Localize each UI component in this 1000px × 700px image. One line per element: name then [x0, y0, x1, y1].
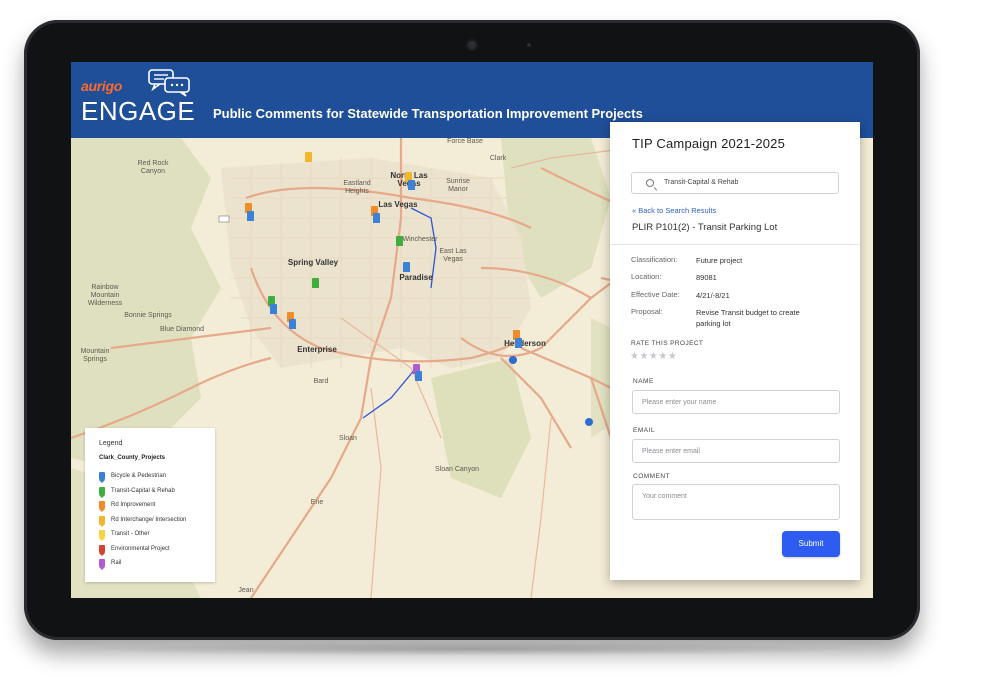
brand-logo: aurigo — [81, 78, 122, 94]
back-to-results-link[interactable]: « Back to Search Results — [632, 206, 716, 215]
name-label: NAME — [633, 378, 654, 385]
chat-bubbles-icon — [148, 69, 190, 97]
star-rating[interactable]: ★★★★★ — [630, 351, 677, 362]
effective-date-label: Effective Date: — [631, 290, 680, 299]
legend-swatch-icon — [99, 515, 105, 527]
project-pin-bicycle[interactable] — [373, 213, 380, 223]
project-pin-transit-capital[interactable] — [396, 236, 403, 246]
map-label-jean: Jean — [238, 587, 254, 594]
project-pin-bicycle[interactable] — [415, 371, 422, 381]
map-label-bard: Bard — [313, 378, 329, 385]
legend-title: Legend — [99, 440, 123, 447]
project-name: PLIR P101(2) - Transit Parking Lot — [632, 222, 778, 233]
map-label-bonnie-springs: Bonnie Springs — [124, 312, 172, 319]
map-label-force-base: Force Base — [447, 138, 483, 145]
map-label-east-las-vegas: East Las Vegas — [439, 248, 467, 263]
classification-value: Future project — [696, 256, 743, 265]
project-pin-transit-other[interactable] — [305, 152, 312, 162]
project-pin-bicycle[interactable] — [515, 338, 522, 348]
map-label-eastland: Eastland Heights — [343, 180, 371, 195]
map-label-mountain-springs: Mountain Springs — [80, 348, 110, 363]
legend-item: Rail — [99, 556, 201, 571]
location-value: 89081 — [696, 273, 717, 282]
legend-item: Rd Improvement — [99, 498, 201, 513]
map-label-rainbow-mountain: Rainbow Mountain Wilderness — [87, 284, 123, 307]
submit-button[interactable]: Submit — [782, 531, 840, 557]
map-label-erie: Erie — [310, 499, 324, 506]
email-field[interactable]: Please enter email — [632, 439, 840, 463]
map-label-paradise: Paradise — [399, 273, 433, 282]
legend-swatch-icon — [99, 544, 105, 556]
proposal-label: Proposal: — [631, 307, 663, 316]
proposal-value: Revise Transit budget to create parking … — [696, 308, 800, 328]
legend-item: Transit - Other — [99, 527, 201, 542]
legend-swatch-icon — [99, 501, 105, 513]
comment-placeholder: Your comment — [642, 493, 687, 500]
map-label-sloan: Sloan — [339, 435, 357, 442]
classification-label: Classification: — [631, 255, 678, 264]
sensor-dot — [527, 43, 531, 47]
rate-project-label: RATE THIS PROJECT — [631, 340, 704, 347]
project-pin-bicycle[interactable] — [289, 319, 296, 329]
map-label-henderson: Henderson — [504, 339, 546, 348]
project-pin-bicycle[interactable] — [408, 180, 415, 190]
comment-field[interactable]: Your comment — [632, 484, 840, 520]
email-placeholder: Please enter email — [642, 448, 700, 455]
legend-item: Bicycle & Pedestrian — [99, 469, 201, 484]
map-label-clark: Clark — [489, 155, 507, 162]
legend-swatch-icon — [99, 559, 105, 571]
map-label-blue-diamond: Blue Diamond — [160, 326, 204, 333]
name-placeholder: Please enter your name — [642, 399, 717, 406]
comment-label: COMMENT — [633, 473, 671, 480]
legend-swatch-icon — [99, 486, 105, 498]
email-label: EMAIL — [633, 427, 656, 434]
divider — [610, 244, 860, 245]
search-icon — [646, 179, 654, 187]
map-label-spring-valley: Spring Valley — [287, 258, 339, 267]
project-pin-bicycle[interactable] — [403, 262, 410, 272]
project-pin-bicycle[interactable] — [270, 304, 277, 314]
legend-swatch-icon — [99, 472, 105, 484]
effective-date-value: 4/21/-8/21 — [696, 291, 730, 300]
map-label-red-rock: Red Rock Canyon — [137, 160, 169, 175]
search-input[interactable]: Transit-Capital & Rehab — [631, 172, 839, 194]
location-label: Location: — [631, 272, 662, 281]
legend-item: Transit-Capital & Rehab — [99, 484, 201, 499]
map-label-winchester: Winchester — [402, 236, 438, 243]
map-legend: Legend Clark_County_Projects Bicycle & P… — [85, 428, 215, 582]
map-label-sunrise-manor: Sunrise Manor — [446, 178, 470, 193]
legend-swatch-icon — [99, 530, 105, 542]
legend-layer-name: Clark_County_Projects — [99, 455, 166, 461]
map-label-enterprise: Enterprise — [297, 345, 337, 354]
page-title: Public Comments for Statewide Transporta… — [213, 106, 643, 121]
campaign-title: TIP Campaign 2021-2025 — [632, 136, 786, 151]
camera-icon — [466, 39, 478, 51]
search-input-value: Transit-Capital & Rehab — [664, 179, 739, 186]
legend-item: Rd Interchange/ Intersection — [99, 513, 201, 528]
product-name: ENGAGE — [81, 96, 196, 126]
project-panel: TIP Campaign 2021-2025 Transit-Capital &… — [610, 122, 860, 580]
legend-item: Environmental Project — [99, 542, 201, 557]
project-pin-transit-capital[interactable] — [312, 278, 319, 288]
project-pin-bicycle[interactable] — [247, 211, 254, 221]
name-field[interactable]: Please enter your name — [632, 390, 840, 414]
map-label-las-vegas: Las Vegas — [378, 200, 418, 209]
map-label-sloan-canyon: Sloan Canyon — [435, 466, 479, 473]
